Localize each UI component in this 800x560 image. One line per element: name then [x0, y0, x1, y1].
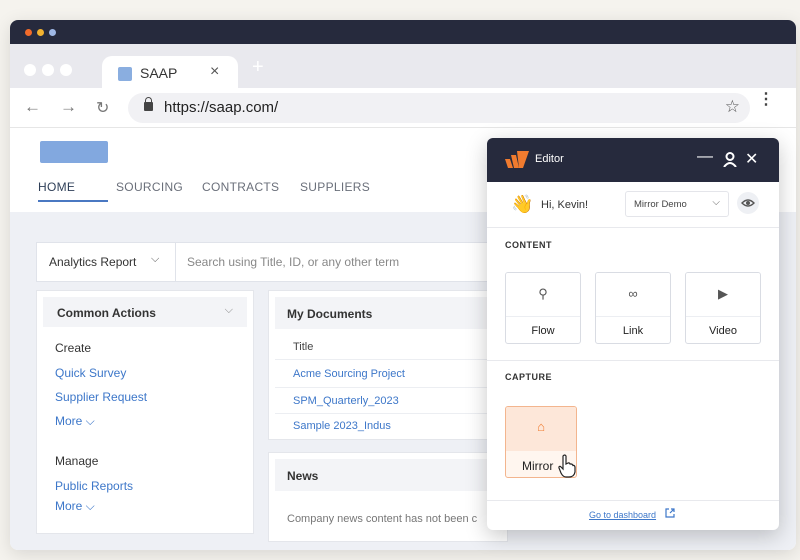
- editor-logo-icon: [505, 151, 529, 168]
- tab-strip-dots: [24, 63, 78, 81]
- news-header: News: [275, 459, 507, 491]
- common-actions-header[interactable]: Common Actions ⌵: [43, 297, 247, 327]
- wave-icon: 👋: [511, 194, 534, 214]
- news-card: News Company news content has not been c: [268, 452, 508, 542]
- favicon-icon: [118, 67, 132, 81]
- forward-icon[interactable]: →: [60, 97, 77, 117]
- my-documents-card: My Documents Title Acme Sourcing Project…: [268, 290, 508, 440]
- tab-close-icon[interactable]: ×: [210, 63, 219, 81]
- search-row: Analytics Report ⌵ Search using Title, I…: [36, 242, 514, 282]
- document-link[interactable]: SPM_Quarterly_2023: [293, 395, 399, 407]
- search-input[interactable]: Search using Title, ID, or any other ter…: [187, 255, 399, 269]
- column-header-title: Title: [293, 341, 314, 353]
- supplier-request-link[interactable]: Supplier Request: [55, 390, 147, 404]
- eye-icon: [741, 199, 755, 207]
- reload-icon[interactable]: ↻: [96, 98, 109, 118]
- public-reports-link[interactable]: Public Reports: [55, 479, 133, 493]
- search-divider: [175, 243, 176, 281]
- news-title: News: [287, 469, 319, 483]
- document-link[interactable]: Sample 2023_Indus: [293, 420, 391, 432]
- nav-item-contracts[interactable]: CONTRACTS: [202, 180, 279, 194]
- window-minimize-dot[interactable]: [37, 29, 44, 36]
- editor-title: Editor: [535, 153, 564, 165]
- document-link[interactable]: Acme Sourcing Project: [293, 368, 405, 380]
- new-tab-icon[interactable]: +: [252, 56, 264, 79]
- user-icon[interactable]: [723, 152, 737, 167]
- demo-select[interactable]: Mirror Demo ⌵: [625, 191, 729, 217]
- window-titlebar: [10, 20, 796, 44]
- greeting-row: 👋 Hi, Kevin! Mirror Demo ⌵: [487, 182, 779, 228]
- url-bar: ← → ↻ https://saap.com/ ☆ ⋮: [10, 88, 796, 128]
- demo-select-value: Mirror Demo: [634, 199, 687, 210]
- manage-label: Manage: [55, 454, 99, 468]
- nav-item-sourcing[interactable]: SOURCING: [116, 180, 183, 194]
- browser-tab[interactable]: SAAP ×: [102, 56, 238, 90]
- editor-panel: Editor — ✕ 👋 Hi, Kevin! Mirror Demo ⌵ CO…: [487, 138, 779, 530]
- tab-title: SAAP: [140, 65, 178, 81]
- video-label: Video: [709, 325, 737, 337]
- app-logo[interactable]: [40, 141, 108, 163]
- bookmark-star-icon[interactable]: ☆: [725, 97, 740, 117]
- quick-survey-link[interactable]: Quick Survey: [55, 366, 126, 380]
- back-icon[interactable]: ←: [24, 97, 41, 117]
- minimize-icon[interactable]: —: [697, 148, 713, 166]
- lock-icon: [144, 97, 153, 111]
- external-link-icon[interactable]: [665, 508, 675, 518]
- hand-cursor-icon: [558, 454, 576, 478]
- video-tile[interactable]: ▶ Video: [685, 272, 761, 344]
- chevron-down-icon[interactable]: ⌵: [225, 304, 233, 317]
- capture-icon: ⌂: [537, 419, 545, 434]
- manage-more-link[interactable]: More ⌵: [55, 499, 95, 514]
- preview-button[interactable]: [737, 192, 759, 214]
- editor-header: Editor — ✕: [487, 138, 779, 182]
- close-icon[interactable]: ✕: [745, 149, 758, 169]
- editor-footer: Go to dashboard: [487, 500, 779, 530]
- create-more-link[interactable]: More ⌵: [55, 414, 95, 429]
- url-text[interactable]: https://saap.com/: [164, 99, 278, 116]
- news-text: Company news content has not been c: [287, 513, 478, 525]
- capture-section-label: CAPTURE: [505, 372, 553, 382]
- content-section-label: CONTENT: [505, 240, 552, 250]
- link-label: Link: [622, 325, 644, 337]
- common-actions-card: Common Actions ⌵ Create Quick Survey Sup…: [36, 290, 254, 534]
- window-maximize-dot[interactable]: [49, 29, 56, 36]
- window-close-dot[interactable]: [25, 29, 32, 36]
- link-icon: ∞: [628, 286, 638, 301]
- my-documents-header: My Documents: [275, 297, 507, 329]
- nav-item-suppliers[interactable]: SUPPLIERS: [300, 180, 370, 194]
- play-icon: ▶: [718, 286, 728, 301]
- go-to-dashboard-link[interactable]: Go to dashboard: [589, 510, 656, 520]
- mirror-label: Mirror: [522, 459, 554, 473]
- greeting-text: Hi, Kevin!: [541, 199, 589, 211]
- my-documents-title: My Documents: [287, 307, 373, 321]
- report-selector[interactable]: Analytics Report: [49, 255, 136, 269]
- chevron-down-icon: ⌵: [712, 197, 720, 208]
- nav-item-home[interactable]: HOME: [38, 180, 75, 194]
- signpost-icon: ⚲: [538, 286, 548, 301]
- nav-active-underline: [38, 200, 108, 202]
- flow-label: Flow: [531, 325, 555, 337]
- common-actions-title: Common Actions: [57, 306, 156, 320]
- address-field[interactable]: https://saap.com/ ☆: [128, 93, 750, 123]
- tab-strip: SAAP × +: [10, 44, 796, 90]
- browser-menu-icon[interactable]: ⋮: [758, 92, 774, 108]
- link-tile[interactable]: ∞ Link: [595, 272, 671, 344]
- chevron-down-icon[interactable]: ⌵: [151, 253, 159, 266]
- flow-tile[interactable]: ⚲ Flow: [505, 272, 581, 344]
- create-label: Create: [55, 341, 92, 355]
